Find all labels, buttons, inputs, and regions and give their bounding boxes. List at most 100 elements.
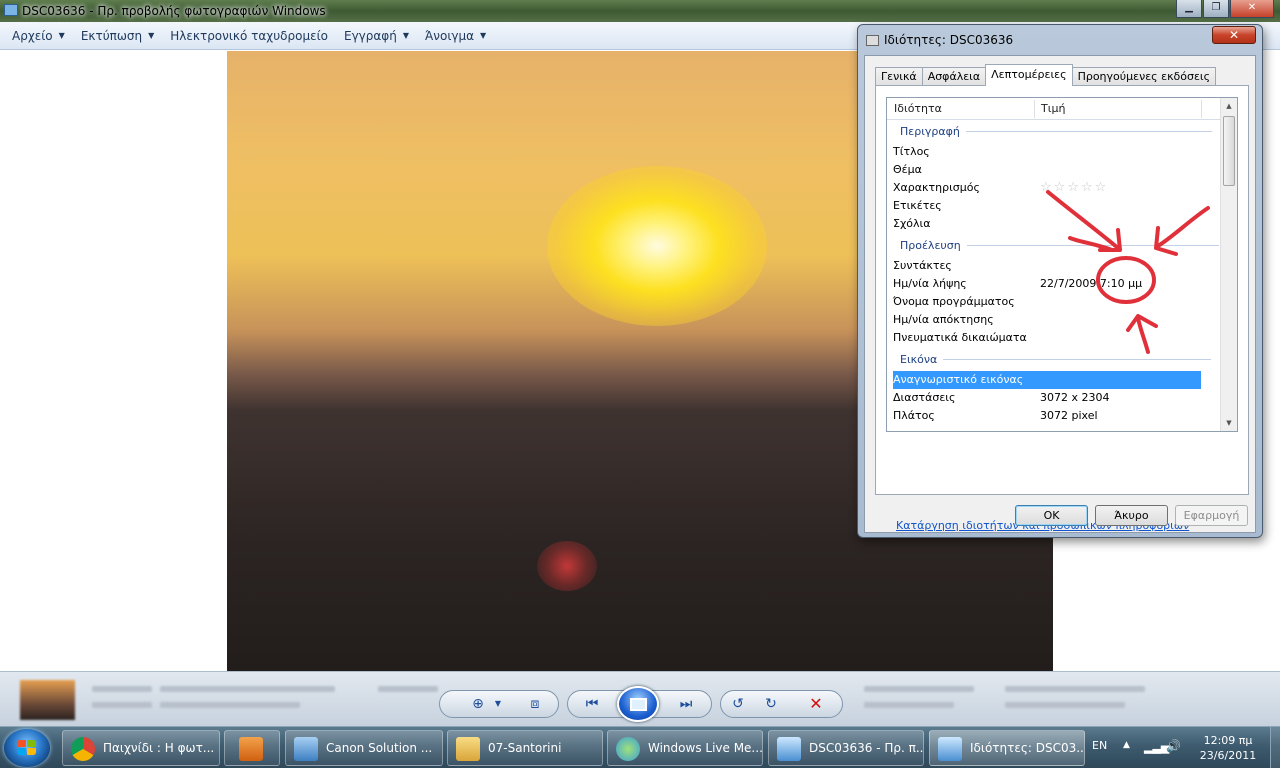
menu-burn-label: Εγγραφή: [343, 28, 397, 43]
star-icon[interactable]: ☆: [1040, 180, 1054, 195]
taskbar-item-label: DSC03636 - Πρ. π...: [809, 741, 924, 755]
rotate-right-icon[interactable]: ↻: [760, 694, 782, 714]
rating-stars[interactable]: ☆☆☆☆☆: [1040, 179, 1108, 197]
blurred-text: [160, 702, 300, 708]
cancel-button[interactable]: Άκυρο: [1095, 505, 1168, 526]
start-button[interactable]: [4, 729, 50, 767]
language-indicator[interactable]: EN: [1092, 739, 1107, 752]
property-name: Συντάκτες: [893, 259, 952, 272]
actual-size-icon[interactable]: ⧈: [524, 694, 546, 714]
property-value: 3072 x 2304: [1040, 391, 1110, 404]
star-icon[interactable]: ☆: [1054, 180, 1068, 195]
blurred-text: [1005, 702, 1125, 708]
property-row-date-taken[interactable]: Ημ/νία λήψης 22/7/2009 7:10 μμ: [893, 275, 1201, 293]
windows-logo-icon: [17, 740, 37, 756]
previous-icon[interactable]: ⏮: [581, 694, 603, 714]
taskbar-item-folder[interactable]: 07-Santorini: [447, 730, 603, 766]
taskbar-item-photo-viewer[interactable]: DSC03636 - Πρ. π...: [768, 730, 924, 766]
taskbar-item-messenger[interactable]: Windows Live Me...: [607, 730, 763, 766]
menu-open[interactable]: Άνοιγμα ▼: [417, 25, 494, 47]
taskbar-item-label: 07-Santorini: [488, 741, 562, 755]
property-row-subject[interactable]: Θέμα: [893, 161, 1201, 179]
clock-date: 23/6/2011: [1199, 749, 1257, 762]
photo-thumbnail: [20, 680, 75, 720]
volume-icon[interactable]: 🔊: [1166, 739, 1181, 753]
menu-burn[interactable]: Εγγραφή ▼: [336, 25, 417, 47]
taskbar-item-canon[interactable]: Canon Solution ...: [285, 730, 443, 766]
photo-viewer-icon: [4, 4, 18, 16]
ok-button[interactable]: OK: [1015, 505, 1088, 526]
property-row-comments[interactable]: Σχόλια: [893, 215, 1201, 233]
properties-icon: [866, 35, 879, 46]
folder-icon: [456, 737, 480, 761]
star-icon[interactable]: ☆: [1081, 180, 1095, 195]
menu-email-label: Ηλεκτρονικό ταχυδρομείο: [170, 28, 328, 43]
tab-security[interactable]: Ασφάλεια: [921, 67, 987, 86]
menu-print[interactable]: Εκτύπωση ▼: [73, 25, 162, 47]
taskbar-item-chrome[interactable]: Παιχνίδι : Η φωτ...: [62, 730, 220, 766]
minimize-button[interactable]: ▁: [1176, 0, 1202, 18]
property-name: Ημ/νία απόκτησης: [893, 313, 994, 326]
property-row-tags[interactable]: Ετικέτες: [893, 197, 1201, 215]
column-header-value[interactable]: Τιμή: [1041, 102, 1065, 115]
apply-button[interactable]: Εφαρμογή: [1175, 505, 1248, 526]
property-row-authors[interactable]: Συντάκτες: [893, 257, 1201, 275]
group-divider: [943, 359, 1212, 360]
clock-time: 12:09 πμ: [1203, 734, 1253, 747]
chevron-down-icon[interactable]: ▼: [487, 694, 509, 714]
column-header-property[interactable]: Ιδιότητα: [894, 102, 942, 115]
show-hidden-icons-icon[interactable]: ▲: [1123, 740, 1130, 750]
details-panel: Ιδιότητα Τιμή Περιγραφή Τίτλος Θέμα Χαρα…: [875, 85, 1249, 532]
photo-viewer-icon: [777, 737, 801, 761]
property-row-date-acquired[interactable]: Ημ/νία απόκτησης: [893, 311, 1201, 329]
close-button[interactable]: ✕: [1230, 0, 1274, 18]
property-name: Πνευματικά δικαιώματα: [893, 331, 1027, 344]
show-desktop-button[interactable]: [1270, 727, 1280, 768]
sun: [547, 166, 767, 326]
property-row-dimensions[interactable]: Διαστάσεις 3072 x 2304: [893, 389, 1201, 407]
properties-icon: [938, 737, 962, 761]
tab-general[interactable]: Γενικά: [875, 67, 923, 86]
menu-file[interactable]: Αρχείο ▼: [4, 25, 73, 47]
column-divider: [1201, 100, 1202, 118]
taskbar-item-label: Windows Live Me...: [648, 741, 763, 755]
tab-details[interactable]: Λεπτομέρειες: [985, 64, 1073, 86]
property-value[interactable]: 22/7/2009 7:10 μμ: [1040, 275, 1142, 293]
taskbar-item-label: Ιδιότητες: DSC03...: [970, 741, 1085, 755]
maximize-button[interactable]: ❐: [1203, 0, 1229, 18]
canon-icon: [294, 737, 318, 761]
lens-flare: [537, 541, 597, 591]
scroll-up-icon[interactable]: ▲: [1221, 98, 1237, 114]
chrome-icon: [71, 737, 95, 761]
taskbar-item-media[interactable]: [224, 730, 280, 766]
property-row-program-name[interactable]: Όνομα προγράμματος: [893, 293, 1201, 311]
menu-print-label: Εκτύπωση: [80, 28, 143, 43]
next-icon[interactable]: ⏭: [675, 694, 697, 714]
slideshow-button[interactable]: [617, 686, 659, 722]
zoom-icon[interactable]: ⊕: [467, 694, 489, 714]
vertical-scrollbar[interactable]: ▲ ▼: [1220, 98, 1237, 431]
rotate-left-icon[interactable]: ↺: [727, 694, 749, 714]
property-row-copyright[interactable]: Πνευματικά δικαιώματα: [893, 329, 1201, 347]
scrollbar-thumb[interactable]: [1223, 116, 1235, 186]
media-player-icon: [239, 737, 263, 761]
dialog-body: Γενικά Ασφάλεια Λεπτομέρειες Προηγούμενε…: [864, 55, 1256, 533]
property-name: Διαστάσεις: [893, 391, 956, 404]
dialog-close-button[interactable]: ✕: [1212, 26, 1256, 44]
property-name: Πλάτος: [893, 409, 935, 422]
property-row-image-id[interactable]: Αναγνωριστικό εικόνας: [893, 371, 1201, 389]
property-row-rating[interactable]: Χαρακτηρισμός ☆☆☆☆☆: [893, 179, 1201, 197]
clock[interactable]: 12:09 πμ 23/6/2011: [1196, 733, 1260, 763]
dialog-title: Ιδιότητες: DSC03636: [884, 33, 1014, 47]
scroll-down-icon[interactable]: ▼: [1221, 415, 1237, 431]
delete-icon[interactable]: ✕: [805, 694, 827, 714]
taskbar-item-properties[interactable]: Ιδιότητες: DSC03...: [929, 730, 1085, 766]
star-icon[interactable]: ☆: [1067, 180, 1081, 195]
property-row-title[interactable]: Τίτλος: [893, 143, 1201, 161]
property-row-width[interactable]: Πλάτος 3072 pixel: [893, 407, 1201, 425]
property-name: Θέμα: [893, 163, 922, 176]
star-icon[interactable]: ☆: [1095, 180, 1109, 195]
menu-email[interactable]: Ηλεκτρονικό ταχυδρομείο: [162, 25, 336, 47]
slideshow-icon: [630, 698, 647, 711]
tab-previous-versions[interactable]: Προηγούμενες εκδόσεις: [1071, 67, 1217, 86]
